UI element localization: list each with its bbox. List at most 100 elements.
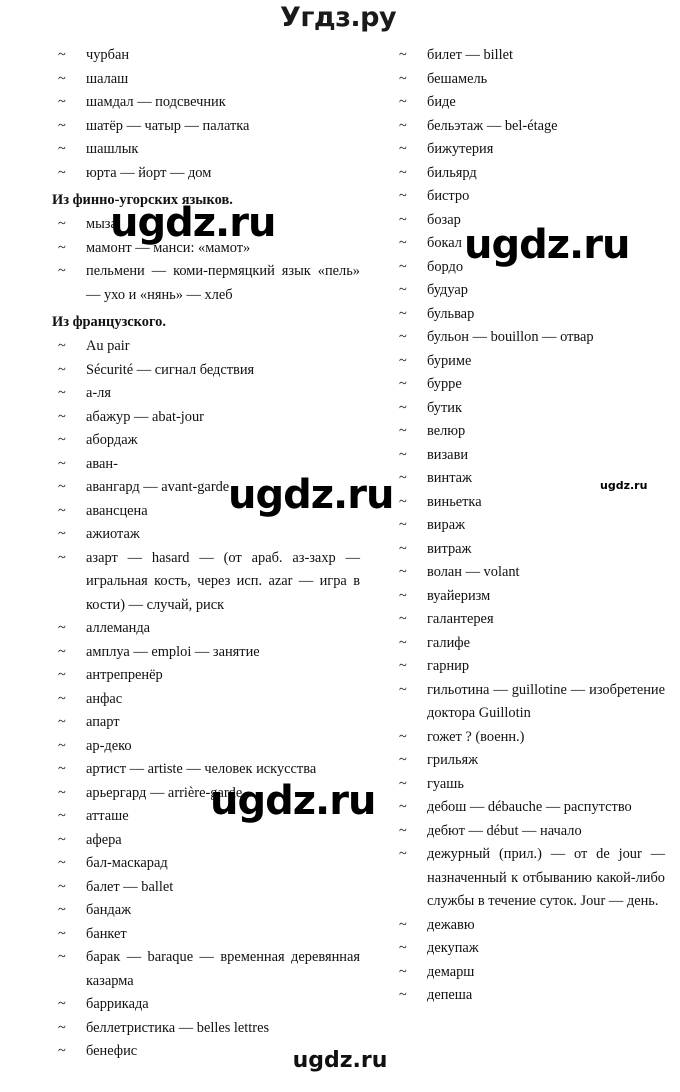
term-text: бурре xyxy=(427,376,462,392)
term-list-item: ~ анфас xyxy=(52,688,360,712)
tilde-bullet-icon: ~ xyxy=(399,987,407,1003)
term-text: демарш xyxy=(427,963,475,980)
term-text: дебют — début — начало xyxy=(427,822,582,839)
term-text: бильярд xyxy=(427,164,477,181)
term-list-item: ~ гожет ? (военн.) xyxy=(393,726,665,750)
term-text: шатёр — чатыр — палатка xyxy=(86,117,250,134)
term-text: аллеманда xyxy=(86,620,151,636)
tilde-bullet-icon: ~ xyxy=(58,239,66,256)
site-header: Угдз.ру xyxy=(0,2,680,44)
term-list-item: ~ а-ля xyxy=(52,382,360,406)
term-text: беллетристика — belles lettres xyxy=(86,1019,270,1036)
term-list-item: ~ дежавю xyxy=(393,914,665,938)
tilde-bullet-icon: ~ xyxy=(399,70,407,87)
term-text: депеша xyxy=(427,987,473,1003)
term-text: юрта — йорт — дом xyxy=(86,164,212,181)
term-text: балет — ballet xyxy=(86,878,174,895)
tilde-bullet-icon: ~ xyxy=(399,963,407,980)
footer-watermark: ugdz.ru xyxy=(292,1048,388,1073)
term-text: билет — billet xyxy=(427,47,514,63)
term-list-item: ~ шашлык xyxy=(52,138,360,162)
term-text: артист — artiste — человек искусства xyxy=(86,761,317,777)
term-text: апарт xyxy=(86,714,120,730)
term-list-item: ~ пельмени — коми-пермяцкий язык «пель» —… xyxy=(52,260,360,307)
tilde-bullet-icon: ~ xyxy=(58,479,66,495)
tilde-bullet-icon: ~ xyxy=(399,916,407,933)
term-list-finno-ugric: ~ мыза ~ мамонт — манси: «мамот» ~ пельмени —… xyxy=(52,213,360,307)
term-text: ажиотаж xyxy=(86,526,140,542)
term-list-item: ~ галантерея xyxy=(393,608,665,632)
term-list-item: ~ абордаж xyxy=(52,429,360,453)
term-list-item: ~ шамдал — подсвечник xyxy=(52,91,360,115)
tilde-bullet-icon: ~ xyxy=(399,258,407,275)
term-text: гильотина — guillotine — изобретение док… xyxy=(427,681,665,722)
term-list-item: ~ велюр xyxy=(393,420,665,444)
term-list-item: ~ демарш xyxy=(393,961,665,985)
term-list-item: ~ дежурный (прил.) — от de jour — назначе… xyxy=(393,843,665,914)
term-list-item: ~ абажур — abat-jour xyxy=(52,406,360,430)
term-text: галифе xyxy=(427,634,471,651)
term-text: винтаж xyxy=(427,470,472,486)
term-text: дежурный (прил.) — от de jour — назначен… xyxy=(427,846,665,909)
term-list-item: ~ бильярд xyxy=(393,162,665,186)
term-text: Sécurité — сигнал бедствия xyxy=(86,361,255,378)
section-heading-finno-ugric: Из финно-угорских языков. xyxy=(52,192,233,208)
term-list-item: ~ банкет xyxy=(52,923,360,947)
term-list-item: ~ виньетка xyxy=(393,491,665,515)
tilde-bullet-icon: ~ xyxy=(399,470,407,486)
term-list-item: ~ авансцена xyxy=(52,500,360,524)
term-list-lead: ~ чурбан ~ шалаш ~ шамдал — подсвечник ~ шатёр … xyxy=(52,44,360,185)
term-list-item: ~ атташе xyxy=(52,805,360,829)
term-text: бордо xyxy=(427,258,464,275)
term-text: банкет xyxy=(86,925,127,942)
tilde-bullet-icon: ~ xyxy=(58,432,66,448)
tilde-bullet-icon: ~ xyxy=(399,399,407,416)
term-list-item: ~ бистро xyxy=(393,185,665,209)
tilde-bullet-icon: ~ xyxy=(58,643,66,660)
term-list-item: ~ бульон — bouillon — отвар xyxy=(393,326,665,350)
term-list-item: ~ мыза xyxy=(52,213,360,237)
term-list-item: ~ вираж xyxy=(393,514,665,538)
tilde-bullet-icon: ~ xyxy=(58,549,66,566)
term-text: аван- xyxy=(86,455,118,472)
term-list-item: ~ буриме xyxy=(393,350,665,374)
term-text: бульон — bouillon — отвар xyxy=(427,329,594,345)
tilde-bullet-icon: ~ xyxy=(58,831,66,848)
tilde-bullet-icon: ~ xyxy=(399,752,407,768)
term-list-item: ~ витраж xyxy=(393,538,665,562)
term-list-french-continued: ~ билет — billet ~ бешамель ~ биде ~ бельэтаж —… xyxy=(393,44,665,1008)
term-list-item: ~ Sécurité — сигнал бедствия xyxy=(52,359,360,383)
term-list-item: ~ бурре xyxy=(393,373,665,397)
term-text: вираж xyxy=(427,517,466,533)
term-list-item: ~ антрепренёр xyxy=(52,664,360,688)
term-list-item: ~ депеша xyxy=(393,984,665,1008)
term-list-item: ~ гарнир xyxy=(393,655,665,679)
tilde-bullet-icon: ~ xyxy=(399,564,407,580)
term-list-item: ~ бешамель xyxy=(393,68,665,92)
tilde-bullet-icon: ~ xyxy=(58,878,66,895)
term-list-item: ~ шатёр — чатыр — палатка xyxy=(52,115,360,139)
term-text: бешамель xyxy=(427,70,488,87)
term-text: амплуа — emploi — занятие xyxy=(86,643,260,660)
term-list-item: ~ балет — ballet xyxy=(52,876,360,900)
term-list-item: ~ декупаж xyxy=(393,937,665,961)
tilde-bullet-icon: ~ xyxy=(399,728,407,745)
tilde-bullet-icon: ~ xyxy=(399,141,407,157)
term-list-item: ~ чурбан xyxy=(52,44,360,68)
term-text: а-ля xyxy=(86,385,111,401)
term-list-item: ~ арьергард — arrière-garde xyxy=(52,782,360,806)
tilde-bullet-icon: ~ xyxy=(399,164,407,181)
term-text: абордаж xyxy=(86,432,138,448)
term-list-item: ~ бельэтаж — bel-étage xyxy=(393,115,665,139)
tilde-bullet-icon: ~ xyxy=(58,620,66,636)
term-list-item: ~ будуар xyxy=(393,279,665,303)
term-list-item: ~ азарт — hasard — (от араб. аз-захр — иг… xyxy=(52,547,360,618)
tilde-bullet-icon: ~ xyxy=(399,775,407,792)
term-text: витраж xyxy=(427,540,472,557)
term-text: велюр xyxy=(427,423,466,439)
tilde-bullet-icon: ~ xyxy=(58,263,66,279)
term-text: бандаж xyxy=(86,902,132,918)
term-list-french: ~ Au pair ~ Sécurité — сигнал бедствия ~ а-ля… xyxy=(52,335,360,1064)
term-list-item: ~ дебют — début — начало xyxy=(393,820,665,844)
term-text: бистро xyxy=(427,188,470,204)
